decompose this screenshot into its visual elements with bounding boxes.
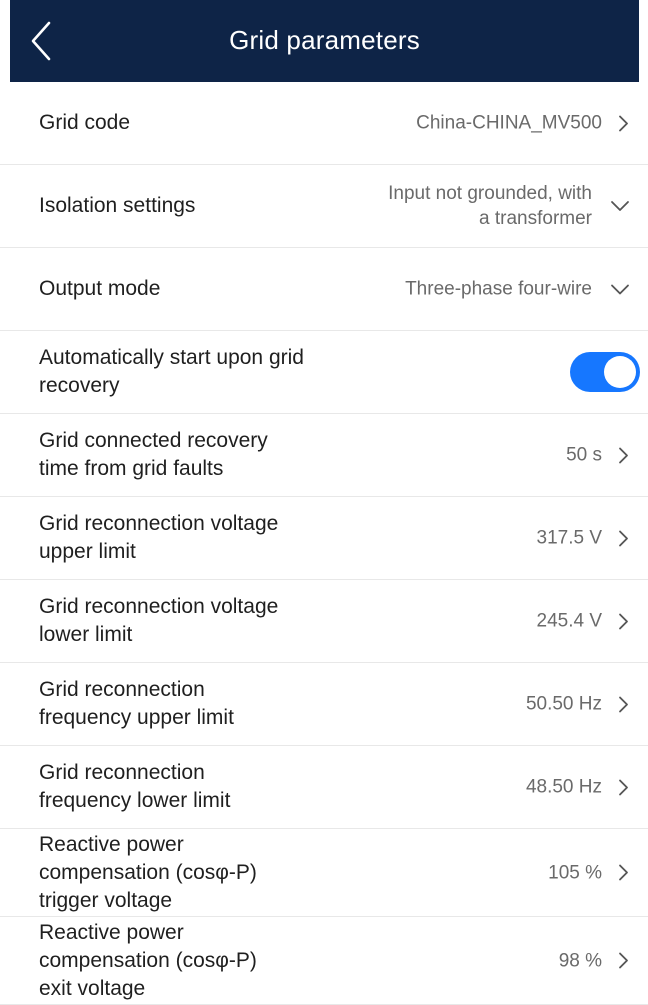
chevron-right-icon bbox=[619, 952, 628, 969]
settings-list: Grid code China-CHINA_MV500 Isolation se… bbox=[0, 82, 648, 1005]
row-label-line: lower limit bbox=[39, 623, 133, 646]
row-label: Grid reconnection voltage upper limit bbox=[39, 510, 349, 566]
row-label-line: frequency upper limit bbox=[39, 706, 234, 729]
row-value: 245.4 V bbox=[536, 610, 603, 632]
row-label: Reactive power compensation (cosφ-P) tri… bbox=[39, 831, 349, 915]
row-auto-start: Automatically start upon grid recovery bbox=[0, 331, 648, 414]
row-label: Grid code bbox=[39, 111, 131, 134]
chevron-right-icon bbox=[619, 115, 628, 131]
chevron-right-icon bbox=[619, 613, 628, 629]
row-frequency-upper-limit[interactable]: Grid reconnection frequency upper limit … bbox=[0, 663, 648, 746]
header-bar: Grid parameters bbox=[10, 0, 639, 82]
row-label-line: Grid reconnection bbox=[39, 761, 205, 784]
row-label: Reactive power compensation (cosφ-P) exi… bbox=[39, 919, 349, 1003]
row-label-line: trigger voltage bbox=[39, 888, 173, 912]
row-value: China-CHINA_MV500 bbox=[416, 112, 602, 134]
row-label-line: recovery bbox=[39, 374, 120, 397]
row-label-line: exit voltage bbox=[39, 976, 146, 1000]
row-value: 48.50 Hz bbox=[525, 776, 602, 798]
row-value-line: Input not grounded, with bbox=[388, 183, 592, 204]
toggle-knob bbox=[604, 356, 636, 388]
row-value: 105 % bbox=[548, 862, 602, 883]
row-label-line: upper limit bbox=[39, 540, 136, 563]
row-value: 317.5 V bbox=[536, 527, 603, 549]
row-label-line: compensation (cosφ-P) bbox=[39, 948, 257, 972]
row-label-line: Grid connected recovery bbox=[39, 429, 268, 452]
row-value: 50 s bbox=[566, 444, 602, 466]
row-voltage-upper-limit[interactable]: Grid reconnection voltage upper limit 31… bbox=[0, 497, 648, 580]
chevron-down-icon bbox=[611, 201, 629, 211]
auto-start-toggle[interactable] bbox=[570, 352, 640, 392]
row-label-line: Reactive power bbox=[39, 920, 184, 944]
row-label: Grid connected recovery time from grid f… bbox=[39, 427, 349, 483]
row-value: 98 % bbox=[558, 950, 602, 971]
row-value: Three-phase four-wire bbox=[405, 278, 592, 300]
row-label: Output mode bbox=[39, 277, 161, 300]
row-label-line: compensation (cosφ-P) bbox=[39, 860, 257, 884]
row-label-line: time from grid faults bbox=[39, 457, 224, 480]
chevron-down-icon bbox=[611, 284, 629, 294]
row-label-line: Automatically start upon grid bbox=[39, 346, 304, 369]
row-label-line: frequency lower limit bbox=[39, 789, 231, 812]
chevron-right-icon bbox=[619, 447, 628, 463]
row-reactive-trigger-voltage[interactable]: Reactive power compensation (cosφ-P) tri… bbox=[0, 829, 648, 917]
row-label-line: Reactive power bbox=[39, 832, 184, 856]
row-recovery-time[interactable]: Grid connected recovery time from grid f… bbox=[0, 414, 648, 497]
row-reactive-exit-voltage[interactable]: Reactive power compensation (cosφ-P) exi… bbox=[0, 917, 648, 1005]
row-label: Automatically start upon grid recovery bbox=[39, 344, 349, 400]
row-label-line: Grid reconnection voltage bbox=[39, 595, 279, 618]
chevron-right-icon bbox=[619, 864, 628, 881]
row-isolation-settings[interactable]: Isolation settings Input not grounded, w… bbox=[0, 165, 648, 248]
row-label-line: Grid reconnection voltage bbox=[39, 512, 279, 535]
row-label: Isolation settings bbox=[39, 194, 196, 217]
row-label: Grid reconnection frequency lower limit bbox=[39, 759, 349, 815]
row-output-mode[interactable]: Output mode Three-phase four-wire bbox=[0, 248, 648, 331]
row-value-line: a transformer bbox=[479, 208, 592, 229]
row-label-line: Grid reconnection bbox=[39, 678, 205, 701]
chevron-right-icon bbox=[619, 696, 628, 712]
chevron-right-icon bbox=[619, 530, 628, 546]
row-label: Grid reconnection frequency upper limit bbox=[39, 676, 349, 732]
page-title: Grid parameters bbox=[229, 25, 420, 55]
row-voltage-lower-limit[interactable]: Grid reconnection voltage lower limit 24… bbox=[0, 580, 648, 663]
row-label: Grid reconnection voltage lower limit bbox=[39, 593, 349, 649]
chevron-right-icon bbox=[619, 779, 628, 795]
row-value: Input not grounded, with a transformer bbox=[388, 181, 592, 231]
row-value: 50.50 Hz bbox=[525, 693, 602, 715]
row-frequency-lower-limit[interactable]: Grid reconnection frequency lower limit … bbox=[0, 746, 648, 829]
row-grid-code[interactable]: Grid code China-CHINA_MV500 bbox=[0, 82, 648, 165]
